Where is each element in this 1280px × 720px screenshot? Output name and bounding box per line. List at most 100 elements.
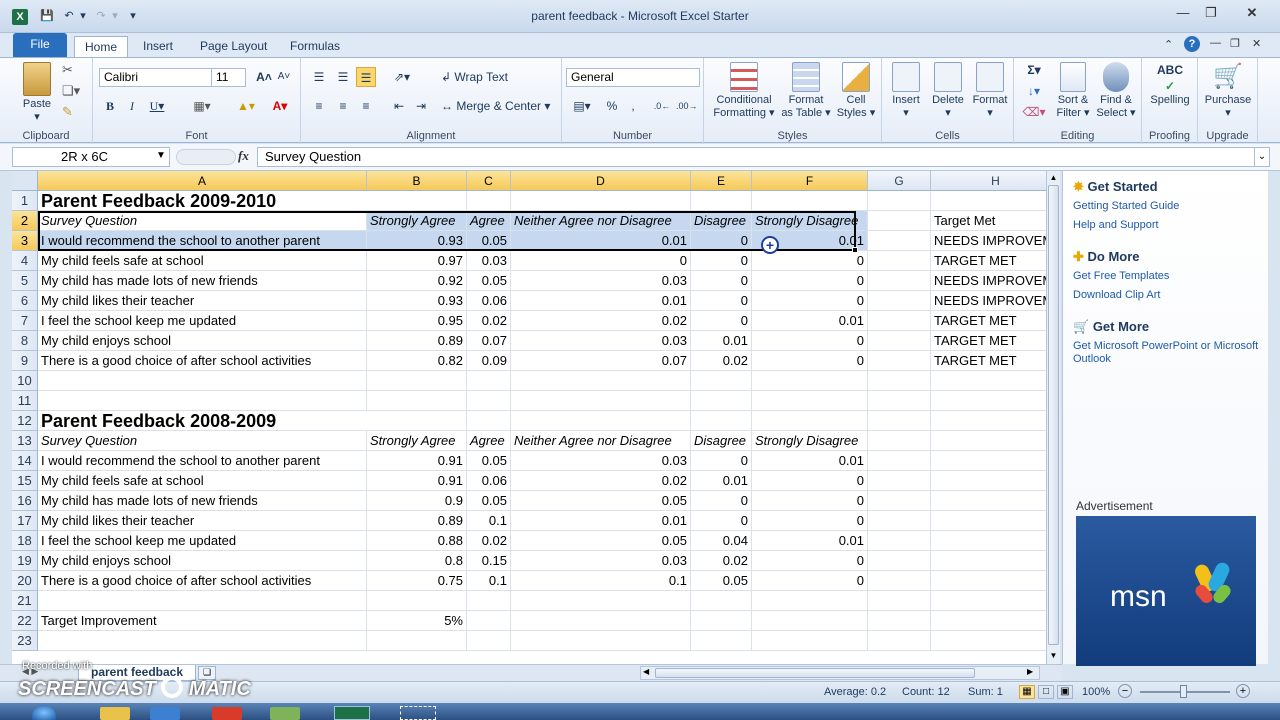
increase-indent-icon[interactable]: ⇥ [411,96,431,116]
insert-cells-button[interactable]: Insert ▾ [886,62,926,120]
merge-center-button[interactable]: ↔ Merge & Center ▾ [441,96,555,116]
align-bottom-icon[interactable]: ☰ [356,67,376,87]
cell-a18[interactable]: I feel the school keep me updated [38,531,367,551]
cell-d4[interactable]: 0 [511,251,691,271]
spreadsheet-grid[interactable]: ABCDEFGH 1 Parent Feedback 2009-2010 2 Surv… [12,171,1046,664]
cell-d15[interactable]: 0.02 [511,471,691,491]
cell-a11[interactable] [38,391,367,411]
cell-c7[interactable]: 0.02 [467,311,511,331]
purchase-button[interactable]: 🛒 Purchase ▾ [1200,62,1256,120]
cell-g10[interactable] [868,371,931,391]
cell-e23[interactable] [691,631,752,651]
sort-filter-button[interactable]: Sort & Filter ▾ [1052,62,1094,120]
media-icon[interactable] [150,707,180,720]
cell-e10[interactable] [691,371,752,391]
cell-g18[interactable] [868,531,931,551]
cell-d13[interactable]: Neither Agree nor Disagree [511,431,691,451]
row-header-8[interactable]: 8 [12,331,38,351]
orientation-icon[interactable]: ⇗▾ [389,67,415,87]
shrink-font-icon[interactable]: A˅ [275,67,293,87]
row-header-22[interactable]: 22 [12,611,38,631]
cell-f19[interactable]: 0 [752,551,868,571]
zoom-level[interactable]: 100% [1082,686,1110,698]
align-left-icon[interactable]: ≡ [309,96,329,116]
cell-h23[interactable] [931,631,1046,651]
scroll-down-icon[interactable]: ▼ [1047,651,1060,660]
cut-icon[interactable]: ✂ [62,62,73,78]
comma-style-icon[interactable]: , [626,96,640,116]
cell-b7[interactable]: 0.95 [367,311,467,331]
cell-c18[interactable]: 0.02 [467,531,511,551]
minimize-icon[interactable]: — [1170,4,1196,22]
cell-h17[interactable] [931,511,1046,531]
cell-c5[interactable]: 0.05 [467,271,511,291]
cell-d12[interactable] [511,411,691,431]
row-header-3[interactable]: 3 [12,231,38,251]
cell-f12[interactable] [752,411,868,431]
cell-a15[interactable]: My child feels safe at school [38,471,367,491]
start-button-icon[interactable] [32,705,56,720]
cell-d19[interactable]: 0.03 [511,551,691,571]
cell-g20[interactable] [868,571,931,591]
cell-a22[interactable]: Target Improvement [38,611,367,631]
selection-fill-handle[interactable] [852,247,858,253]
cell-b18[interactable]: 0.88 [367,531,467,551]
cell-f9[interactable]: 0 [752,351,868,371]
scroll-right-icon[interactable]: ▶ [1027,667,1033,676]
getting-started-guide-link[interactable]: Getting Started Guide [1073,200,1179,212]
cell-e8[interactable]: 0.01 [691,331,752,351]
cell-g7[interactable] [868,311,931,331]
decrease-indent-icon[interactable]: ⇤ [389,96,409,116]
scroll-up-icon[interactable]: ▲ [1047,173,1060,182]
normal-view-icon[interactable]: ▦ [1019,685,1035,699]
bold-button[interactable]: B [101,96,119,116]
number-format-select[interactable]: General [566,68,700,87]
tab-insert[interactable]: Insert [133,36,183,57]
name-box-dropdown-icon[interactable]: ▼ [156,150,166,161]
zoom-slider-thumb[interactable] [1180,685,1187,698]
insert-function-icon[interactable]: fx [238,148,249,164]
zoom-out-icon[interactable]: − [1118,684,1132,698]
cell-a13[interactable]: Survey Question [38,431,367,451]
doc-restore-icon[interactable]: ❐ [1230,37,1240,50]
cell-b14[interactable]: 0.91 [367,451,467,471]
msn-ad[interactable]: msn [1076,516,1256,666]
cell-d1[interactable] [511,191,691,211]
cell-c10[interactable] [467,371,511,391]
cell-a16[interactable]: My child has made lots of new friends [38,491,367,511]
cell-e11[interactable] [691,391,752,411]
cell-d17[interactable]: 0.01 [511,511,691,531]
cell-a12[interactable]: Parent Feedback 2008-2009 [38,411,367,431]
column-header-f[interactable]: F [752,171,868,191]
cell-b6[interactable]: 0.93 [367,291,467,311]
align-top-icon[interactable]: ☰ [309,67,329,87]
cell-e5[interactable]: 0 [691,271,752,291]
scroll-left-icon[interactable]: ◀ [643,667,649,676]
cell-c13[interactable]: Agree [467,431,511,451]
cell-e16[interactable]: 0 [691,491,752,511]
cell-c1[interactable] [467,191,511,211]
row-header-17[interactable]: 17 [12,511,38,531]
close-icon[interactable]: ✕ [1232,4,1272,22]
cell-f22[interactable] [752,611,868,631]
cell-h1[interactable] [931,191,1046,211]
cell-b5[interactable]: 0.92 [367,271,467,291]
font-name-select[interactable]: Calibri [99,68,212,87]
cell-h19[interactable] [931,551,1046,571]
cell-b21[interactable] [367,591,467,611]
get-office-link[interactable]: Get Microsoft PowerPoint or Microsoft Out… [1073,340,1263,366]
borders-icon[interactable]: ▦▾ [189,96,215,116]
cell-h20[interactable] [931,571,1046,591]
cell-c20[interactable]: 0.1 [467,571,511,591]
cell-h22[interactable] [931,611,1046,631]
cell-f16[interactable]: 0 [752,491,868,511]
cell-b15[interactable]: 0.91 [367,471,467,491]
cell-f8[interactable]: 0 [752,331,868,351]
folder-icon[interactable] [270,707,300,720]
cell-e17[interactable]: 0 [691,511,752,531]
cell-b1[interactable] [367,191,467,211]
cell-f6[interactable]: 0 [752,291,868,311]
cell-b11[interactable] [367,391,467,411]
column-header-b[interactable]: B [367,171,467,191]
cell-d7[interactable]: 0.02 [511,311,691,331]
